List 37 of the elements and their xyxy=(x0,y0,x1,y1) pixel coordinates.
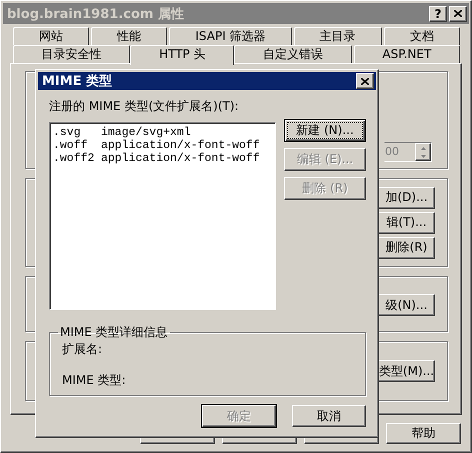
mime-list[interactable]: .svg image/svg+xml .woff application/x-font-woff .woff2 application/x-font-woff xyxy=(49,122,276,310)
field-label: 扩展名: xyxy=(62,341,104,358)
mime-type-text[interactable]: application/x-font-woff xyxy=(101,152,260,165)
tab[interactable]: 主目录 xyxy=(294,27,382,45)
tab[interactable]: 目录安全性 xyxy=(13,45,130,63)
tab[interactable]: ASP.NET xyxy=(354,45,460,63)
group-title: MIME 类型详细信息 xyxy=(59,324,169,341)
help-button[interactable]: ? xyxy=(429,6,447,22)
field-label: MIME 类型: xyxy=(62,372,127,389)
close-icon xyxy=(454,10,462,17)
tab[interactable]: HTTP 头 xyxy=(130,45,234,65)
partial-button[interactable]: 删除(R) xyxy=(379,236,435,258)
window-title: blog.brain1981.com 属性 xyxy=(7,6,185,22)
side-button[interactable]: 新建 (N)... xyxy=(284,119,366,142)
partial-button[interactable]: 辑(T)... xyxy=(379,212,435,234)
extension-text[interactable]: .svg xyxy=(53,126,101,139)
extension-text[interactable]: .woff xyxy=(53,139,101,152)
tab[interactable]: 自定义错误 xyxy=(234,45,352,63)
dialog-title: MIME 类型 xyxy=(42,73,114,90)
close-icon xyxy=(361,78,369,84)
tab[interactable]: 性能 xyxy=(91,27,168,45)
dialog-close-button[interactable] xyxy=(356,73,374,89)
partial-button[interactable]: 类型(M)... xyxy=(379,360,435,382)
extension-text[interactable]: .woff2 xyxy=(53,152,101,165)
mime-type-text[interactable]: image/svg+xml xyxy=(101,126,191,139)
close-button[interactable] xyxy=(449,6,467,22)
tab[interactable]: ISAPI 筛选器 xyxy=(169,27,292,45)
list-label: 注册的 MIME 类型(文件扩展名)(T): xyxy=(49,98,240,115)
partial-button[interactable]: 加(D)... xyxy=(379,186,435,208)
tab[interactable]: 文档 xyxy=(384,27,460,45)
mime-type-text[interactable]: application/x-font-woff xyxy=(101,139,260,152)
tab[interactable]: 网站 xyxy=(13,27,90,45)
help-text-button[interactable]: 帮助 xyxy=(386,423,461,444)
down-arrow-icon xyxy=(420,154,426,158)
up-arrow-icon xyxy=(420,146,426,150)
partial-button[interactable]: 级(N)... xyxy=(379,294,435,316)
dialog-button[interactable]: 取消 xyxy=(292,405,366,427)
